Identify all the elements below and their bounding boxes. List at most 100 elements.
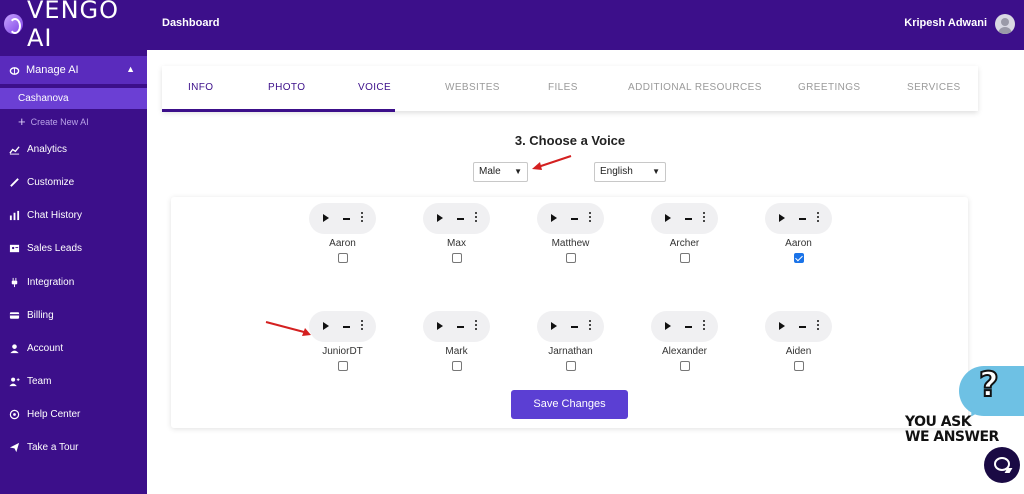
create-new-ai-link[interactable]: + Create New AI (18, 114, 89, 129)
voice-name: Max (447, 238, 466, 249)
voice-checkbox[interactable] (452, 361, 462, 371)
section-title: 3. Choose a Voice (514, 133, 626, 148)
play-icon[interactable] (437, 214, 443, 222)
volume-icon[interactable] (799, 326, 806, 328)
sidebar-item-label: Account (27, 343, 64, 354)
sidebar-item-take-a-tour[interactable]: Take a Tour (9, 442, 79, 453)
voice-name: Aaron (785, 238, 812, 249)
sidebar-item-label: Take a Tour (27, 442, 79, 453)
audio-player[interactable] (423, 311, 490, 342)
audio-player[interactable] (765, 311, 832, 342)
sidebar-item-manage-ai[interactable]: Manage AI ▲ (0, 56, 147, 84)
tab-additional-resources[interactable]: ADDITIONAL RESOURCES (628, 82, 762, 93)
voice-name: Aiden (785, 346, 812, 357)
audio-player[interactable] (423, 203, 490, 234)
volume-icon[interactable] (799, 218, 806, 220)
sidebar-item-help-center[interactable]: Help Center (9, 409, 80, 420)
language-select[interactable]: English ▼ (594, 162, 666, 182)
volume-icon[interactable] (343, 218, 350, 220)
volume-icon[interactable] (343, 326, 350, 328)
more-options-icon[interactable] (589, 212, 591, 224)
play-icon[interactable] (665, 322, 671, 330)
brand-logo[interactable]: VENGO AI (4, 0, 147, 52)
voice-checkbox[interactable] (794, 253, 804, 263)
contact-card-icon (9, 243, 20, 254)
audio-player[interactable] (309, 203, 376, 234)
gender-select[interactable]: Male ▼ (473, 162, 528, 182)
volume-icon[interactable] (571, 326, 578, 328)
user-name[interactable]: Kripesh Adwani (904, 17, 987, 29)
play-icon[interactable] (551, 322, 557, 330)
sidebar-item-label: Analytics (27, 144, 68, 155)
sidebar-item-sales-leads[interactable]: Sales Leads (9, 243, 82, 254)
sidebar-item-label: Manage AI (26, 64, 79, 76)
logo-icon (4, 14, 24, 34)
tab-greetings[interactable]: GREETINGS (798, 82, 861, 93)
sidebar-item-billing[interactable]: Billing (9, 310, 54, 321)
sidebar-item-customize[interactable]: Customize (9, 177, 74, 188)
play-icon[interactable] (779, 322, 785, 330)
more-options-icon[interactable] (475, 212, 477, 224)
chevron-up-icon: ▲ (126, 64, 135, 74)
voice-checkbox[interactable] (680, 253, 690, 263)
voice-checkbox[interactable] (338, 361, 348, 371)
tab-services[interactable]: SERVICES (907, 82, 961, 93)
tab-info[interactable]: INFO (188, 82, 214, 93)
audio-player[interactable] (651, 311, 718, 342)
plug-icon (9, 277, 20, 288)
voice-checkbox[interactable] (794, 361, 804, 371)
more-options-icon[interactable] (475, 320, 477, 332)
sidebar-subitem-active-ai[interactable]: Cashanova (0, 88, 147, 109)
audio-player[interactable] (651, 203, 718, 234)
play-icon[interactable] (323, 322, 329, 330)
voice-checkbox[interactable] (566, 361, 576, 371)
audio-player[interactable] (537, 203, 604, 234)
user-plus-icon (9, 376, 20, 387)
more-options-icon[interactable] (703, 212, 705, 224)
volume-icon[interactable] (457, 218, 464, 220)
tab-photo[interactable]: PHOTO (268, 82, 305, 93)
more-options-icon[interactable] (361, 320, 363, 332)
volume-icon[interactable] (685, 326, 692, 328)
voice-checkbox[interactable] (452, 253, 462, 263)
volume-icon[interactable] (457, 326, 464, 328)
brush-icon (9, 177, 20, 188)
sidebar-item-team[interactable]: Team (9, 376, 51, 387)
more-options-icon[interactable] (589, 320, 591, 332)
sidebar-item-chat-history[interactable]: Chat History (9, 210, 82, 221)
more-options-icon[interactable] (817, 320, 819, 332)
volume-icon[interactable] (685, 218, 692, 220)
play-icon[interactable] (551, 214, 557, 222)
badge-line-1: YOU ASK (905, 414, 972, 430)
volume-icon[interactable] (571, 218, 578, 220)
play-icon[interactable] (779, 214, 785, 222)
bar-chart-icon (9, 210, 20, 221)
play-icon[interactable] (437, 322, 443, 330)
chart-line-icon (9, 144, 20, 155)
more-options-icon[interactable] (361, 212, 363, 224)
save-changes-button[interactable]: Save Changes (511, 390, 628, 419)
voice-checkbox[interactable] (680, 361, 690, 371)
top-bar: Dashboard Kripesh Adwani (147, 0, 1024, 50)
voice-name: Jarnathan (548, 346, 593, 357)
avatar[interactable] (995, 14, 1015, 34)
tab-websites[interactable]: WEBSITES (445, 82, 500, 93)
voice-checkbox[interactable] (338, 253, 348, 263)
sidebar-item-analytics[interactable]: Analytics (9, 144, 67, 155)
chat-widget-icon[interactable] (984, 447, 1020, 483)
brand-name: VENGO AI (27, 0, 120, 52)
play-icon[interactable] (323, 214, 329, 222)
audio-player[interactable] (765, 203, 832, 234)
sidebar-item-account[interactable]: Account (9, 343, 63, 354)
tab-files[interactable]: FILES (548, 82, 578, 93)
voice-name: JuniorDT (322, 346, 363, 357)
question-mark-icon: ? (978, 364, 1000, 406)
voice-checkbox[interactable] (566, 253, 576, 263)
tab-voice[interactable]: VOICE (358, 82, 391, 93)
audio-player[interactable] (309, 311, 376, 342)
more-options-icon[interactable] (703, 320, 705, 332)
more-options-icon[interactable] (817, 212, 819, 224)
play-icon[interactable] (665, 214, 671, 222)
audio-player[interactable] (537, 311, 604, 342)
sidebar-item-integration[interactable]: Integration (9, 277, 74, 288)
